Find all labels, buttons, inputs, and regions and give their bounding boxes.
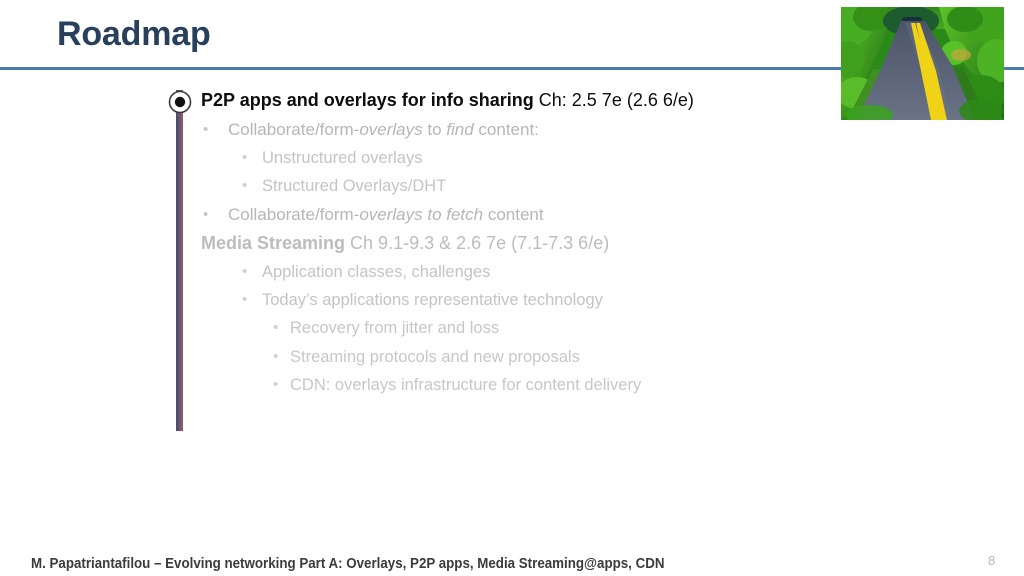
outline-text-run: Collaborate/form-	[228, 205, 360, 224]
outline-item-l3: • Application classes, challenges	[0, 258, 1024, 286]
outline-item-l1: P2P apps and overlays for info sharing C…	[0, 86, 1024, 115]
outline-item-l3: • Structured Overlays/DHT	[0, 172, 1024, 200]
outline-text-run: Ch 9.1-9.3 & 2.6 7e (7.1-7.3 6/e)	[345, 233, 610, 253]
outline-text-run: P2P apps and overlays for info sharing	[201, 90, 534, 110]
outline-text-run: CDN: overlays infrastructure for content…	[290, 376, 642, 394]
outline-text-run: content	[483, 205, 544, 224]
slide-body: P2P apps and overlays for info sharing C…	[0, 86, 1024, 400]
outline-text-run: Unstructured overlays	[262, 149, 423, 167]
outline-text-run: Application classes, challenges	[262, 263, 491, 281]
outline-text-run: Streaming protocols and new proposals	[290, 347, 580, 366]
outline-item-l2: • Collaborate/form-overlays to fetch cont…	[0, 200, 1024, 229]
outline-text-run: Ch: 2.5 7e (2.6 6/e)	[533, 90, 694, 110]
bullet-dot-icon: •	[242, 263, 248, 280]
bullet-dot-icon: •	[203, 121, 209, 138]
outline-text-run: Recovery from jitter and loss	[290, 319, 500, 337]
outline-text-run: Structured Overlays/DHT	[262, 177, 447, 195]
footer-attribution: M. Papatriantafilou – Evolving networkin…	[31, 556, 665, 572]
slide-canvas: Roadmap P2P apps and overlays for info s…	[0, 0, 1024, 576]
outline-text-run: Collaborate/form-	[228, 120, 360, 139]
outline-text-run: content:	[473, 120, 539, 139]
page-title: Roadmap	[57, 15, 211, 53]
bullet-dot-icon: •	[242, 177, 248, 194]
page-number: 8	[988, 553, 996, 568]
outline-item-l3: • Unstructured overlays	[0, 144, 1024, 172]
bullet-dot-icon: •	[242, 291, 248, 308]
outline-text-run: overlays	[359, 120, 423, 139]
outline-item-l4: • CDN: overlays infrastructure for conten…	[0, 371, 1024, 400]
outline-item-l4: • Streaming protocols and new proposals	[0, 343, 1024, 372]
outline-text-run: overlays to fetch	[359, 205, 484, 224]
bullet-dot-icon: •	[203, 206, 209, 223]
outline-text-run: find	[446, 120, 474, 139]
outline-item-l1: Media Streaming Ch 9.1-9.3 & 2.6 7e (7.1…	[0, 229, 1024, 258]
outline-text-run: Today’s applications representative tech…	[262, 291, 603, 309]
outline-item-l3: • Today’s applications representative tec…	[0, 286, 1024, 314]
outline-item-l2: • Collaborate/form-overlays to find conte…	[0, 115, 1024, 144]
bullet-dot-icon: •	[273, 376, 279, 393]
bullet-dot-icon: •	[273, 319, 279, 336]
outline-text-run: Media Streaming	[201, 233, 346, 253]
outline-text-run: to	[422, 120, 447, 139]
bullet-dot-icon: •	[242, 149, 248, 166]
bullet-dot-icon: •	[273, 347, 279, 365]
outline-item-l4: • Recovery from jitter and loss	[0, 314, 1024, 343]
